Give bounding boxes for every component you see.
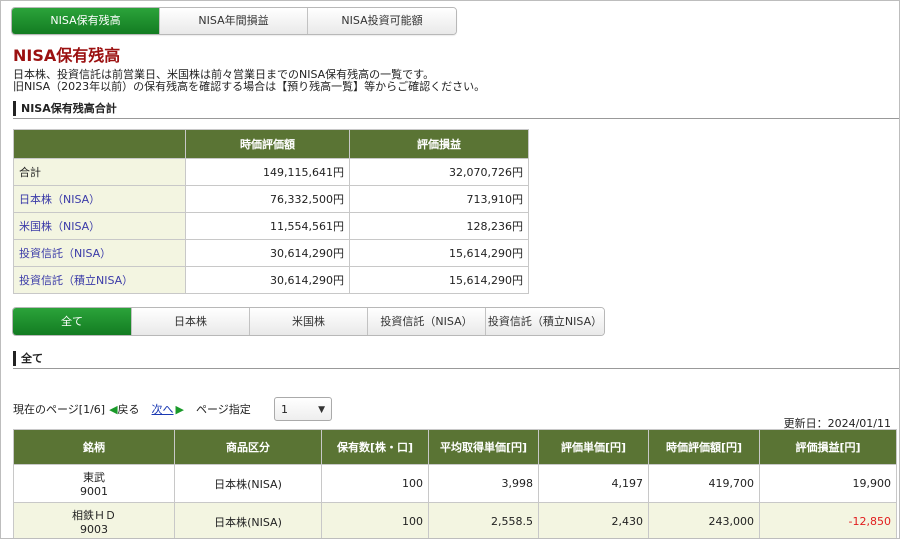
filter-tab-jp-stock[interactable]: 日本株 — [132, 308, 250, 335]
table-row: 相鉄ＨＤ 9003 日本株(NISA) 100 2,558.5 2,430 24… — [13, 502, 897, 538]
page-select-value: 1 — [281, 403, 288, 416]
summary-header-row: 時価評価額 評価損益 — [13, 129, 529, 159]
tab-nisa-investable[interactable]: NISA投資可能額 — [308, 8, 456, 34]
holdings-header-market-value: 時価評価額[円] — [648, 429, 760, 465]
filter-tab-fund-tsumitate[interactable]: 投資信託（積立NISA） — [486, 308, 604, 335]
holding-market-value: 419,700 — [648, 464, 760, 503]
holdings-header-category: 商品区分 — [174, 429, 322, 465]
holding-quantity: 100 — [321, 464, 429, 503]
table-row: 東武 9001 日本株(NISA) 100 3,998 4,197 419,70… — [13, 464, 897, 503]
page-select-label: ページ指定 — [196, 403, 251, 416]
summary-pl: 32,070,726円 — [349, 158, 529, 186]
holding-name-cell[interactable]: 相鉄ＨＤ 9003 — [13, 502, 175, 538]
holding-avg-cost: 3,998 — [428, 464, 539, 503]
page-frame: NISA保有残高 NISA年間損益 NISA投資可能額 NISA保有残高 日本株… — [0, 0, 900, 539]
prev-arrow-icon[interactable]: ◀ — [109, 403, 117, 416]
pager-current-page: 現在のページ[1/6] — [13, 403, 106, 416]
summary-label-fund[interactable]: 投資信託（NISA） — [13, 239, 186, 267]
summary-market-value: 11,554,561円 — [185, 212, 350, 240]
summary-pl: 15,614,290円 — [349, 239, 529, 267]
holding-code: 9001 — [80, 485, 108, 498]
pager-prev[interactable]: 戻る — [118, 401, 140, 417]
summary-row: 合計 149,115,641円 32,070,726円 — [13, 158, 529, 186]
filter-tab-all[interactable]: 全て — [13, 308, 132, 335]
summary-header-market-value: 時価評価額 — [185, 129, 350, 159]
summary-section-divider — [13, 118, 899, 119]
chevron-down-icon: ▼ — [318, 405, 325, 415]
holding-avg-cost: 2,558.5 — [428, 502, 539, 538]
holdings-header-avg-cost: 平均取得単価[円] — [428, 429, 539, 465]
holding-name-cell[interactable]: 東武 9001 — [13, 464, 175, 503]
summary-market-value: 30,614,290円 — [185, 266, 350, 294]
holding-market-value: 243,000 — [648, 502, 760, 538]
holding-name: 東武 — [83, 471, 105, 484]
summary-row: 投資信託（積立NISA） 30,614,290円 15,614,290円 — [13, 266, 529, 294]
tab-nisa-annual-pl[interactable]: NISA年間損益 — [160, 8, 308, 34]
page-description: 日本株、投資信託は前営業日、米国株は前々営業日までのNISA保有残高の一覧です。… — [13, 69, 485, 93]
holding-pl: 19,900 — [759, 464, 897, 503]
summary-table: 時価評価額 評価損益 合計 149,115,641円 32,070,726円 日… — [13, 129, 529, 294]
description-line-2: 旧NISA（2023年以前）の保有残高を確認する場合は【預り残高一覧】等からご確… — [13, 80, 486, 93]
filter-tab-bar: 全て 日本株 米国株 投資信託（NISA） 投資信託（積立NISA） — [12, 307, 605, 336]
list-section-divider — [13, 368, 899, 369]
holding-category: 日本株(NISA) — [174, 464, 322, 503]
summary-market-value: 149,115,641円 — [185, 158, 350, 186]
page-select[interactable]: 1 ▼ — [274, 397, 332, 421]
summary-pl: 713,910円 — [349, 185, 529, 213]
holding-price: 4,197 — [538, 464, 649, 503]
summary-row: 日本株（NISA） 76,332,500円 713,910円 — [13, 185, 529, 213]
tab-nisa-holdings[interactable]: NISA保有残高 — [12, 8, 160, 34]
summary-section-title: NISA保有残高合計 — [13, 101, 117, 116]
summary-row: 米国株（NISA） 11,554,561円 128,236円 — [13, 212, 529, 240]
holding-code: 9003 — [80, 523, 108, 536]
summary-pl: 128,236円 — [349, 212, 529, 240]
holding-quantity: 100 — [321, 502, 429, 538]
holdings-header-row: 銘柄 商品区分 保有数[株・口] 平均取得単価[円] 評価単価[円] 時価評価額… — [13, 429, 897, 465]
filter-tab-us-stock[interactable]: 米国株 — [250, 308, 368, 335]
summary-label-fund-tsumitate[interactable]: 投資信託（積立NISA） — [13, 266, 186, 294]
filter-tab-fund[interactable]: 投資信託（NISA） — [368, 308, 486, 335]
holdings-table: 銘柄 商品区分 保有数[株・口] 平均取得単価[円] 評価単価[円] 時価評価額… — [13, 429, 897, 538]
summary-header-pl: 評価損益 — [349, 129, 529, 159]
page-title: NISA保有残高 — [13, 46, 121, 65]
top-tab-bar: NISA保有残高 NISA年間損益 NISA投資可能額 — [11, 7, 457, 35]
holdings-header-price: 評価単価[円] — [538, 429, 649, 465]
holdings-header-pl: 評価損益[円] — [759, 429, 897, 465]
summary-label-us-stock[interactable]: 米国株（NISA） — [13, 212, 186, 240]
summary-row: 投資信託（NISA） 30,614,290円 15,614,290円 — [13, 239, 529, 267]
summary-label-jp-stock[interactable]: 日本株（NISA） — [13, 185, 186, 213]
next-arrow-icon[interactable]: ▶ — [176, 403, 184, 416]
holding-category: 日本株(NISA) — [174, 502, 322, 538]
list-section-title: 全て — [13, 351, 43, 366]
holdings-header-quantity: 保有数[株・口] — [321, 429, 429, 465]
holding-pl: -12,850 — [759, 502, 897, 538]
holding-name: 相鉄ＨＤ — [72, 509, 116, 522]
summary-header-blank — [13, 129, 186, 159]
summary-label-total: 合計 — [13, 158, 186, 186]
summary-market-value: 76,332,500円 — [185, 185, 350, 213]
pager-next-link[interactable]: 次へ — [152, 401, 174, 417]
pager: 現在のページ[1/6] ◀ 戻る 次へ ▶ ページ指定 — [13, 401, 251, 417]
summary-market-value: 30,614,290円 — [185, 239, 350, 267]
summary-pl: 15,614,290円 — [349, 266, 529, 294]
holding-price: 2,430 — [538, 502, 649, 538]
holdings-header-name: 銘柄 — [13, 429, 175, 465]
